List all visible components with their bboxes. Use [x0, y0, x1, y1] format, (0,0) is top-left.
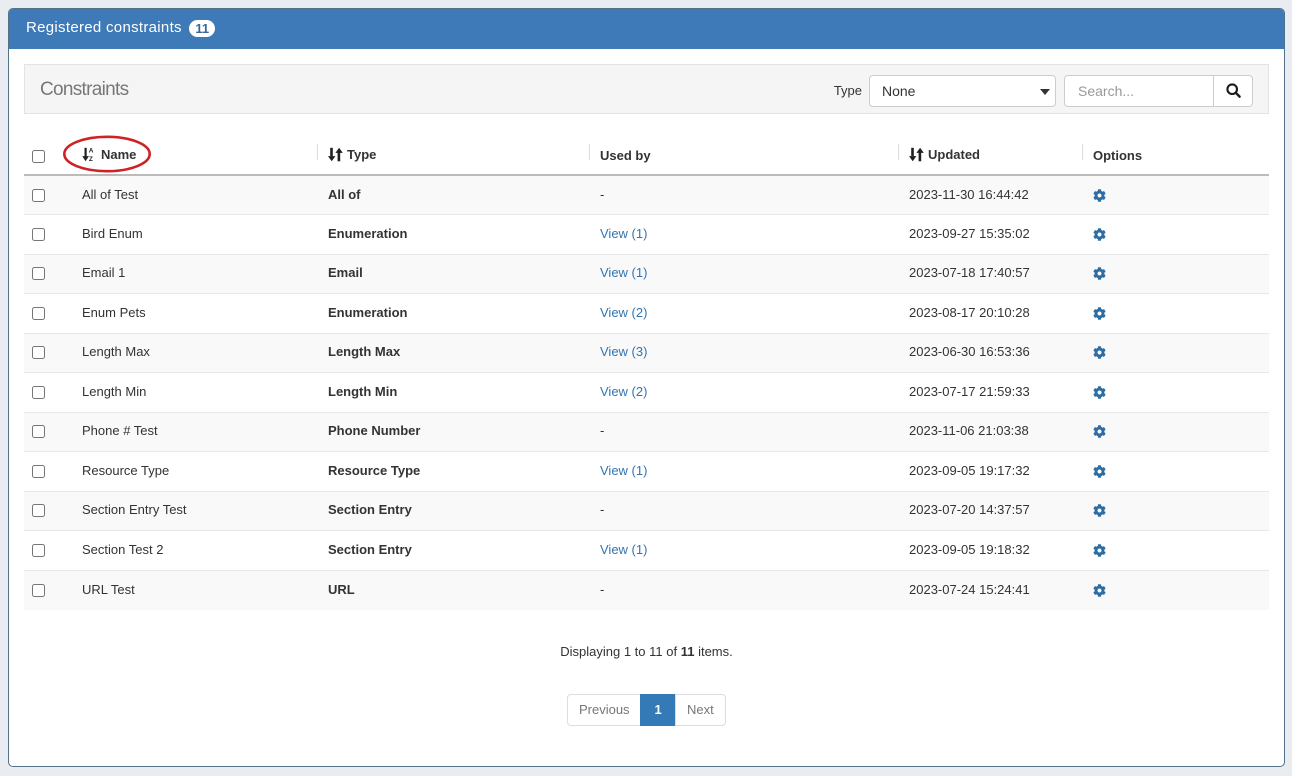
svg-text:A: A — [89, 147, 94, 154]
svg-text:Z: Z — [89, 156, 93, 162]
